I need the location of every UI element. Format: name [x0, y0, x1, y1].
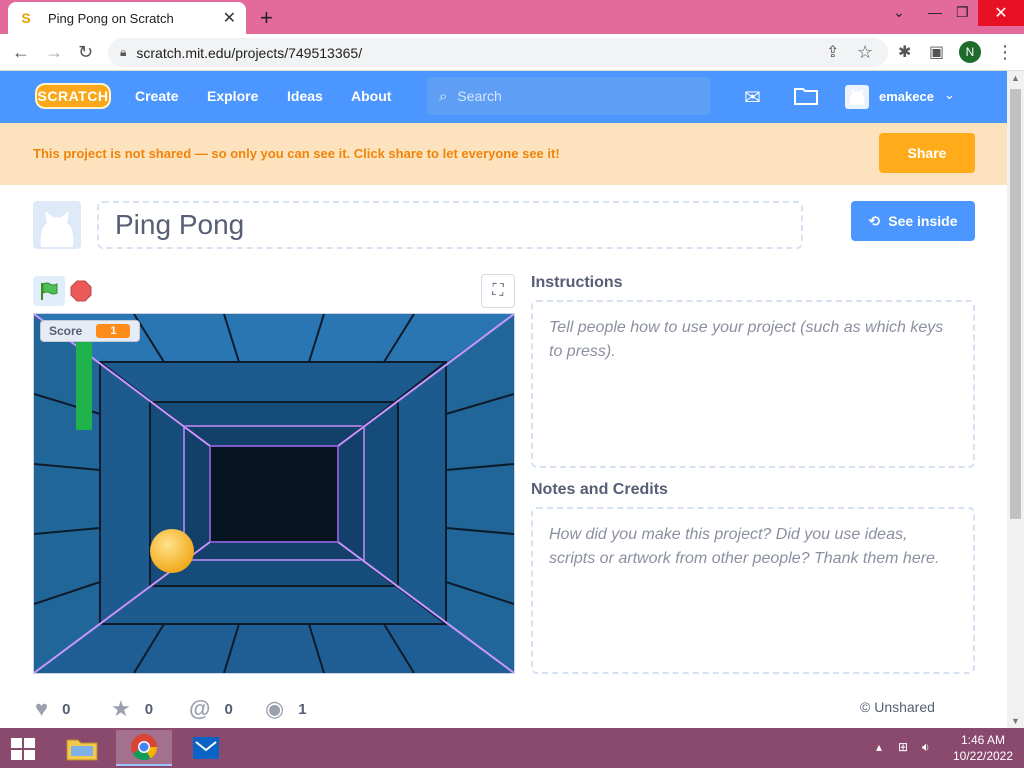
nav-create[interactable]: Create: [135, 88, 179, 104]
messages-icon[interactable]: ✉: [744, 85, 761, 110]
banner-message: This project is not shared — so only you…: [33, 146, 560, 161]
star-icon: ★: [111, 696, 131, 721]
tab-title: Ping Pong on Scratch: [48, 10, 174, 26]
url-text: scratch.mit.edu/projects/749513365/: [136, 44, 363, 61]
tray-chevron-up-icon[interactable]: ▴: [876, 740, 882, 754]
mail-icon: [193, 737, 219, 759]
lock-icon: 🔒︎: [120, 45, 127, 59]
volume-icon[interactable]: 🔉︎: [922, 740, 930, 755]
see-inside-label: See inside: [888, 213, 958, 229]
window-close-button[interactable]: ✕: [978, 0, 1024, 26]
share-page-icon[interactable]: ⇪: [826, 42, 839, 62]
stage-backdrop: [34, 314, 514, 673]
nav-ideas[interactable]: Ideas: [287, 88, 323, 104]
windows-taskbar: ▴ ⊞ 🔉︎ 1:46 AM 10/22/2022: [0, 728, 1024, 768]
scroll-up-icon[interactable]: ▲: [1011, 73, 1020, 83]
profile-avatar[interactable]: N: [959, 41, 981, 63]
fullscreen-button[interactable]: ⛶: [481, 274, 515, 308]
page-scrollbar[interactable]: ▲ ▼: [1007, 71, 1024, 728]
remix-spiral-icon: @: [189, 696, 211, 721]
search-icon: ⌕: [439, 87, 448, 105]
browser-tab[interactable]: S Ping Pong on Scratch ✕: [8, 2, 246, 34]
chrome-app[interactable]: [116, 730, 172, 766]
instructions-heading: Instructions: [531, 274, 623, 291]
network-icon[interactable]: ⊞: [898, 740, 908, 754]
user-avatar[interactable]: [845, 85, 869, 109]
love-count: 0: [62, 700, 71, 718]
scroll-thumb[interactable]: [1010, 89, 1021, 519]
taskbar-clock[interactable]: 1:46 AM 10/22/2022: [948, 732, 1018, 764]
favorite-count: 0: [144, 700, 154, 718]
new-tab-button[interactable]: +: [260, 5, 273, 31]
score-label: Score: [49, 324, 83, 338]
love-stat[interactable]: ♥ 0: [35, 696, 70, 722]
stop-sign-icon: [70, 280, 92, 302]
remix-arrows-icon: ⟲: [868, 212, 881, 229]
reload-icon[interactable]: ↻: [78, 42, 93, 63]
paddle: [76, 342, 92, 430]
search-placeholder: Search: [457, 88, 502, 104]
browser-menu-icon[interactable]: ⋮: [996, 42, 1014, 63]
project-stage[interactable]: Score 1: [33, 313, 515, 674]
minimize-icon[interactable]: —: [928, 4, 942, 20]
nav-about[interactable]: About: [351, 88, 391, 104]
ball: [150, 529, 194, 573]
project-title-input[interactable]: Ping Pong: [97, 201, 803, 249]
view-count: 1: [298, 700, 307, 718]
clock-date: 10/22/2022: [952, 749, 1014, 763]
windows-start-icon[interactable]: [10, 737, 36, 761]
not-shared-banner: This project is not shared — so only you…: [0, 123, 1007, 185]
scratch-navbar: SCRATCH Create Explore Ideas About ⌕ Sea…: [0, 71, 1007, 123]
views-stat: ◉ 1: [265, 696, 307, 722]
file-explorer-app[interactable]: [54, 730, 110, 766]
favorite-stat[interactable]: ★ 0: [111, 696, 153, 722]
share-button[interactable]: Share: [879, 133, 975, 173]
score-variable-monitor: Score 1: [40, 320, 140, 342]
address-bar[interactable]: 🔒︎ scratch.mit.edu/projects/749513365/: [108, 38, 888, 67]
search-input[interactable]: ⌕ Search: [427, 77, 710, 115]
green-flag-icon: [41, 282, 58, 300]
see-inside-button[interactable]: ⟲ See inside: [851, 201, 975, 241]
chrome-icon: [131, 734, 158, 761]
stop-button[interactable]: [70, 280, 92, 302]
score-value: 1: [96, 324, 131, 338]
extensions-icon[interactable]: ✱: [898, 42, 911, 62]
browser-tab-strip: S Ping Pong on Scratch ✕ + ⌄ — ❐ ✕: [0, 0, 1024, 34]
share-status: © Unshared: [860, 699, 935, 715]
eye-icon: ◉: [265, 696, 285, 721]
heart-icon: ♥: [35, 696, 49, 721]
notes-heading: Notes and Credits: [531, 481, 668, 498]
username[interactable]: emakece: [879, 89, 934, 104]
tab-close-icon[interactable]: ✕: [223, 8, 236, 28]
back-icon[interactable]: ←: [12, 42, 30, 63]
green-flag-button[interactable]: [33, 276, 65, 306]
browser-toolbar: ← → ↻ 🔒︎ scratch.mit.edu/projects/749513…: [0, 34, 1024, 71]
project-author-avatar[interactable]: [33, 201, 81, 249]
instructions-textarea[interactable]: Tell people how to use your project (suc…: [531, 300, 975, 468]
tab-search-icon[interactable]: ⌄: [893, 4, 905, 21]
remix-stat: @ 0: [189, 696, 233, 722]
bookmark-star-icon[interactable]: ☆: [857, 42, 873, 63]
scroll-down-icon[interactable]: ▼: [1011, 716, 1020, 726]
notes-textarea[interactable]: How did you make this project? Did you u…: [531, 507, 975, 674]
forward-icon[interactable]: →: [45, 42, 63, 63]
mail-app[interactable]: [178, 730, 234, 766]
fullscreen-icon: ⛶: [492, 282, 504, 299]
nav-explore[interactable]: Explore: [207, 88, 258, 104]
chevron-down-icon[interactable]: ⌄: [944, 87, 955, 103]
scratch-favicon-icon: S: [21, 10, 31, 26]
remix-count: 0: [224, 700, 233, 718]
side-panel-icon[interactable]: ▣: [929, 42, 944, 62]
scratch-logo[interactable]: SCRATCH: [35, 83, 111, 109]
my-stuff-folder-icon[interactable]: [794, 85, 818, 111]
folder-icon: [66, 739, 98, 761]
restore-icon[interactable]: ❐: [956, 4, 969, 21]
clock-time: 1:46 AM: [960, 733, 1006, 747]
